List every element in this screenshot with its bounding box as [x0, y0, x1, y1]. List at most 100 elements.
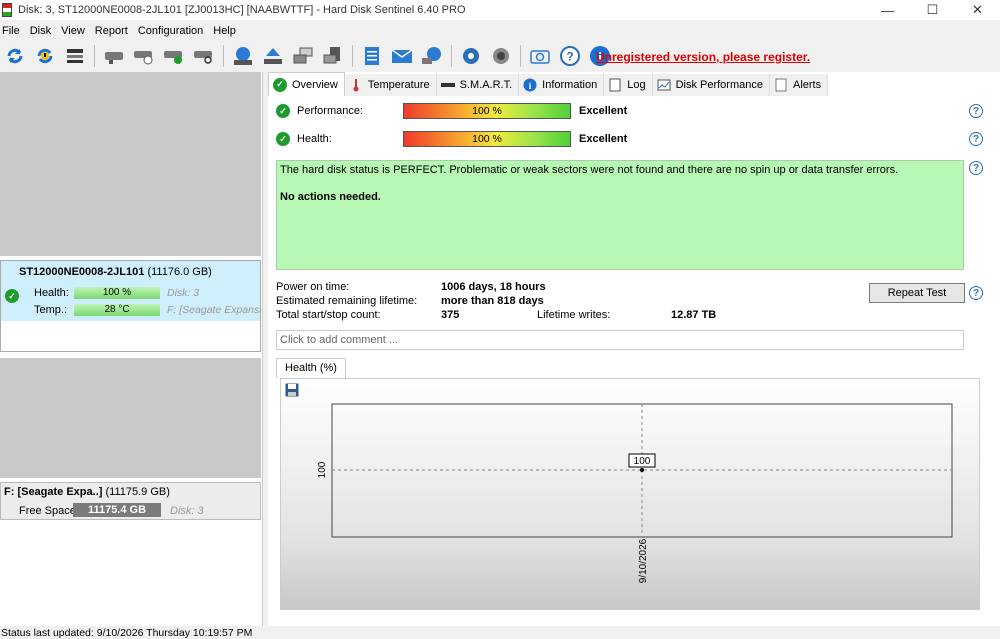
- drive-icon[interactable]: [102, 44, 126, 68]
- volume-label: F: [Seagate Expa..]: [4, 486, 103, 498]
- status-help-icon[interactable]: ?: [969, 161, 983, 175]
- free-space-label: Free Space: [19, 505, 76, 517]
- tab-label: Temperature: [367, 79, 430, 91]
- drive-clock-icon[interactable]: [132, 44, 156, 68]
- health-chart: 100 100 9/10/2026: [280, 378, 980, 610]
- unregistered-link[interactable]: Unregistered version, please register.: [596, 50, 810, 64]
- writes-value: 12.87 TB: [671, 309, 717, 321]
- menu-view[interactable]: View: [57, 25, 91, 37]
- toolbar: ? i Unregistered version, please registe…: [0, 42, 1000, 70]
- repeat-test-button[interactable]: Repeat Test: [869, 283, 965, 303]
- menu-file[interactable]: File: [0, 25, 26, 37]
- health-row: ✓ Health:: [276, 132, 407, 146]
- performance-label: Performance:: [297, 105, 364, 117]
- free-space-bar: 11175.4 GB: [73, 503, 161, 517]
- volume-disk-number: Disk: 3: [170, 505, 204, 517]
- settings-gear-icon[interactable]: [459, 44, 483, 68]
- status-text: The hard disk status is PERFECT. Problem…: [280, 164, 899, 176]
- y-tick-label: 100: [317, 461, 328, 478]
- toolbar-separator: [352, 45, 353, 67]
- smart-icon: [440, 78, 455, 92]
- disk-globe-icon[interactable]: [231, 44, 255, 68]
- status-description: The hard disk status is PERFECT. Problem…: [276, 160, 964, 270]
- menu-report[interactable]: Report: [91, 25, 134, 37]
- tab-information[interactable]: i Information: [519, 74, 605, 96]
- tab-label: Disk Performance: [675, 79, 763, 91]
- maximize-button[interactable]: ☐: [910, 0, 955, 20]
- menu-bar: File Disk View Report Configuration Help: [0, 22, 242, 40]
- writes-label: Lifetime writes:: [537, 309, 611, 321]
- health-chart-svg: 100 100 9/10/2026: [317, 403, 953, 583]
- title-bar: Disk: 3, ST12000NE0008-2JL101 [ZJ0013HC]…: [0, 0, 1000, 20]
- tab-alerts[interactable]: Alerts: [769, 74, 829, 96]
- tab-bar: ✓ Overview Temperature S.M.A.R.T. i Info…: [268, 72, 829, 96]
- health-ok-icon: ✓: [5, 289, 19, 303]
- thermometer-icon: [349, 78, 363, 92]
- health-bar: 100 %: [403, 131, 571, 147]
- health-rating: Excellent: [579, 133, 628, 145]
- info-icon: i: [523, 78, 537, 92]
- toolbar-separator: [223, 45, 224, 67]
- disk-size: (11176.0 GB): [147, 266, 212, 278]
- power-on-label: Power on time:: [276, 281, 350, 293]
- close-button[interactable]: ✕: [955, 0, 1000, 20]
- menu-help[interactable]: Help: [209, 25, 242, 37]
- disk-eject-icon[interactable]: [261, 44, 285, 68]
- performance-rating: Excellent: [579, 105, 628, 117]
- performance-icon: [657, 78, 671, 92]
- health-label: Health:: [297, 133, 332, 145]
- toolbar-separator: [520, 45, 521, 67]
- toolbar-separator: [94, 45, 95, 67]
- disk-name: ST12000NE0008-2JL101 (11176.0 GB): [19, 266, 212, 278]
- refresh-warning-icon[interactable]: [33, 44, 57, 68]
- status-bar: Status last updated: 9/10/2026 Thursday …: [1, 627, 253, 639]
- alerts-icon: [774, 78, 788, 92]
- camera-icon[interactable]: [528, 44, 552, 68]
- repeat-help-icon[interactable]: ?: [969, 286, 983, 300]
- drive-search-icon[interactable]: [192, 44, 216, 68]
- x-tick-label: 9/10/2026: [638, 538, 649, 583]
- mail-icon[interactable]: [390, 44, 414, 68]
- notepad-icon[interactable]: [360, 44, 384, 68]
- health-ok-icon: ✓: [276, 132, 290, 146]
- performance-help-icon[interactable]: ?: [969, 104, 983, 118]
- performance-ok-icon: ✓: [276, 104, 290, 118]
- menu-configuration[interactable]: Configuration: [134, 25, 209, 37]
- svg-text:?: ?: [566, 50, 573, 64]
- tab-temperature[interactable]: Temperature: [344, 74, 437, 96]
- log-icon: [608, 78, 622, 92]
- print-drive-icon[interactable]: [321, 44, 345, 68]
- save-icon[interactable]: [285, 383, 299, 397]
- health-help-icon[interactable]: ?: [969, 132, 983, 146]
- refresh-icon[interactable]: [3, 44, 27, 68]
- data-label: 100: [634, 456, 651, 467]
- tab-overview[interactable]: ✓ Overview: [268, 72, 345, 96]
- tab-disk-performance[interactable]: Disk Performance: [652, 74, 770, 96]
- empty-area: [0, 72, 261, 256]
- comment-field[interactable]: Click to add comment ...: [276, 330, 964, 350]
- details-panel: ✓ Overview Temperature S.M.A.R.T. i Info…: [268, 72, 1000, 626]
- tab-smart[interactable]: S.M.A.R.T.: [436, 74, 520, 96]
- lifetime-label: Estimated remaining lifetime:: [276, 295, 418, 307]
- disk-list-icon[interactable]: [63, 44, 87, 68]
- volume-name: F: [Seagate Expa..] (11175.9 GB): [4, 486, 170, 498]
- network-icon[interactable]: [420, 44, 444, 68]
- minimize-button[interactable]: —: [865, 0, 910, 20]
- copy-drives-icon[interactable]: [291, 44, 315, 68]
- performance-row: ✓ Performance:: [276, 104, 407, 118]
- drive-check-icon[interactable]: [162, 44, 186, 68]
- volume-card[interactable]: F: [Seagate Expa..] (11175.9 GB) Free Sp…: [0, 482, 261, 520]
- temp-label: Temp.:: [34, 304, 68, 316]
- data-point: [640, 468, 644, 472]
- disk-card[interactable]: ST12000NE0008-2JL101 (11176.0 GB) ✓ Heal…: [0, 260, 261, 352]
- tab-log[interactable]: Log: [604, 74, 653, 96]
- speaker-icon[interactable]: [489, 44, 513, 68]
- help-icon[interactable]: ?: [558, 44, 582, 68]
- startstop-label: Total start/stop count:: [276, 309, 381, 321]
- tab-label: Information: [542, 79, 598, 91]
- tab-health-chart[interactable]: Health (%): [276, 358, 346, 378]
- performance-bar: 100 %: [403, 103, 571, 119]
- menu-disk[interactable]: Disk: [26, 25, 57, 37]
- action-text: No actions needed.: [280, 191, 381, 203]
- tab-label: Alerts: [792, 79, 822, 91]
